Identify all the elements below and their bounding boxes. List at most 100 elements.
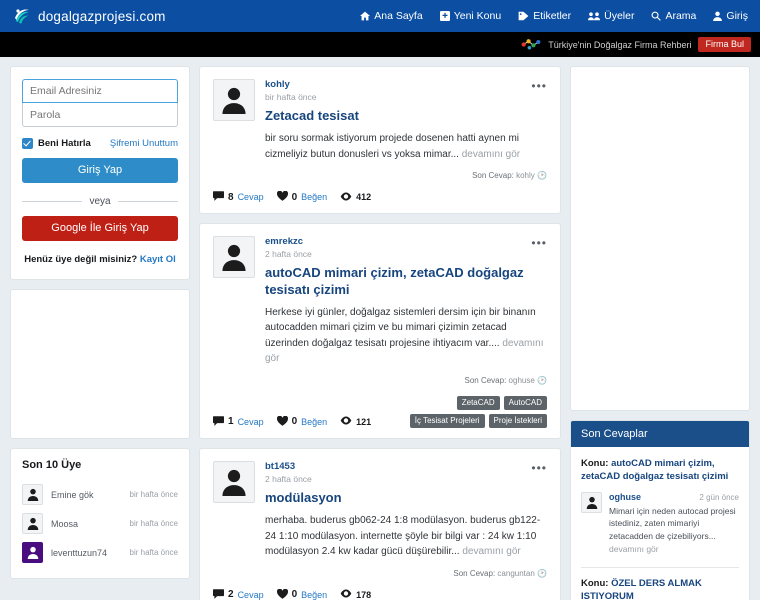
member-list-item[interactable]: Moosa bir hafta önce <box>22 509 178 538</box>
divider <box>581 566 739 568</box>
recent-replies-panel: Son Cevaplar Konu: autoCAD mimari çizim,… <box>570 420 750 600</box>
nav-item-arama[interactable]: Arama <box>651 10 696 22</box>
reply-topic[interactable]: Konu: ÖZEL DERS ALMAK ISTIYORUM <box>581 577 739 600</box>
post-author[interactable]: emrekzc <box>265 236 547 247</box>
post-options-icon[interactable]: ••• <box>531 80 547 92</box>
post-card[interactable]: ••• kohly bir hafta önce Zetacad tesisat… <box>199 66 561 215</box>
replies-label: Cevap <box>237 192 264 203</box>
post-title[interactable]: modülasyon <box>265 490 547 506</box>
views-count: 121 <box>356 416 372 427</box>
reply-topic[interactable]: Konu: autoCAD mimari çizim, zetaCAD doğa… <box>581 457 739 484</box>
topic-prefix: Konu: <box>581 577 609 589</box>
post-excerpt: Herkese iyi günler, doğalgaz sistemleri … <box>265 305 547 367</box>
post-options-icon[interactable]: ••• <box>531 462 547 474</box>
right-sidebar: Son Cevaplar Konu: autoCAD mimari çizim,… <box>570 66 750 600</box>
firma-bul-button[interactable]: Firma Bul <box>698 37 751 52</box>
reply-excerpt: Mimari için neden autocad projesi istedi… <box>609 505 736 542</box>
login-submit-button[interactable]: Giriş Yap <box>22 158 178 184</box>
replies-count: 1 <box>228 416 234 428</box>
avatar <box>213 79 255 121</box>
login-divider: veya <box>22 196 178 207</box>
last-reply-label: Son Cevap: <box>453 568 496 578</box>
post-time: bir hafta önce <box>265 92 317 102</box>
nav-item-yeni-konu[interactable]: Yeni Konu <box>439 10 501 22</box>
last-reply-label: Son Cevap: <box>472 171 514 181</box>
read-more-link[interactable]: devamını gör <box>462 546 520 557</box>
post-options-icon[interactable]: ••• <box>531 237 547 249</box>
member-name: leventtuzun74 <box>51 547 108 558</box>
nav-label: Giriş <box>726 10 748 22</box>
tag-icon <box>518 11 529 21</box>
login-options-row: Beni Hatırla Şifremi Unuttum <box>22 138 178 149</box>
avatar <box>581 491 602 513</box>
globe-swirl-icon <box>12 6 32 26</box>
likes-stat[interactable]: 0 Beğen <box>276 588 327 600</box>
nav-item-etiketler[interactable]: Etiketler <box>518 10 571 22</box>
tag-chip[interactable]: AutoCAD <box>503 395 547 410</box>
post-card[interactable]: ••• bt1453 2 hafta önce modülasyon merha… <box>199 447 561 600</box>
post-time: 2 hafta önce <box>265 473 312 484</box>
avatar <box>213 460 255 503</box>
google-login-button[interactable]: Google İle Giriş Yap <box>22 216 178 242</box>
likes-count: 0 <box>291 589 298 600</box>
likes-stat[interactable]: 0 Beğen <box>276 415 327 428</box>
member-list-item[interactable]: Emine gök bir hafta önce <box>22 480 178 509</box>
email-field[interactable] <box>22 79 178 103</box>
likes-count: 0 <box>291 416 298 428</box>
signup-prompt: Henüz üye değil misiniz? Kayıt Ol <box>22 254 178 265</box>
likes-stat[interactable]: 0 Beğen <box>276 190 327 203</box>
read-more-link[interactable]: devamını gör <box>609 544 659 554</box>
brand-name: dogalgazprojesi.com <box>38 8 166 24</box>
forgot-password-link[interactable]: Şifremi Unuttum <box>110 138 178 149</box>
clock-icon: 🕑 <box>537 171 547 181</box>
replies-count: 8 <box>228 191 234 203</box>
post-title[interactable]: Zetacad tesisat <box>265 108 547 124</box>
nav-label: Ana Sayfa <box>374 10 423 22</box>
post-author[interactable]: bt1453 <box>265 461 547 472</box>
comment-icon <box>213 191 224 203</box>
replies-stat[interactable]: 1 Cevap <box>213 415 264 428</box>
heart-icon <box>276 415 288 428</box>
tag-chip[interactable]: Proje İstekleri <box>488 413 547 428</box>
reply-text: Mimari için neden autocad projesi istedi… <box>609 505 739 556</box>
page-content: Beni Hatırla Şifremi Unuttum Giriş Yap v… <box>0 57 760 600</box>
reply-item[interactable]: Konu: autoCAD mimari çizim, zetaCAD doğa… <box>581 457 739 556</box>
tag-chip[interactable]: ZetaCAD <box>456 395 500 410</box>
nav-label: Etiketler <box>533 10 572 22</box>
recent-members-title: Son 10 Üye <box>22 459 82 472</box>
avatar <box>22 542 43 564</box>
recent-replies-title: Son Cevaplar <box>571 421 749 447</box>
last-reply-user[interactable]: kohly <box>516 171 535 180</box>
reply-author[interactable]: oghuse <box>609 492 641 502</box>
replies-stat[interactable]: 8 Cevap <box>213 191 264 203</box>
last-reply-info: Son Cevap: kohly 🕑 <box>265 171 547 180</box>
post-excerpt: bir soru sormak istiyorum projede dosene… <box>265 131 547 162</box>
read-more-link[interactable]: devamını gör <box>462 149 520 160</box>
nav-item-ana-sayfa[interactable]: Ana Sayfa <box>360 10 423 22</box>
signup-question: Henüz üye değil misiniz? <box>24 254 138 266</box>
post-author[interactable]: kohly <box>265 79 547 90</box>
replies-stat[interactable]: 2 Cevap <box>213 588 264 600</box>
heart-icon <box>276 588 288 600</box>
post-excerpt: merhaba. buderus gb062-24 1:8 modülasyon… <box>265 513 547 560</box>
member-list-item[interactable]: leventtuzun74 bir hafta önce <box>22 538 178 567</box>
reply-item[interactable]: Konu: ÖZEL DERS ALMAK ISTIYORUM oghuse 2… <box>581 577 739 600</box>
nav-label: Arama <box>665 10 697 22</box>
divider-label: veya <box>89 196 111 208</box>
last-reply-user[interactable]: canguntan <box>497 569 534 578</box>
remember-me-checkbox[interactable]: Beni Hatırla <box>22 138 91 149</box>
excerpt-text: Herkese iyi günler, doğalgaz sistemleri … <box>265 306 536 349</box>
signup-link[interactable]: Kayıt Ol <box>140 254 176 265</box>
tag-chip[interactable]: İç Tesisat Projeleri <box>409 413 485 428</box>
password-field[interactable] <box>22 103 178 127</box>
nav-item-giris[interactable]: Giriş <box>713 10 748 22</box>
nav-item-uyeler[interactable]: Üyeler <box>588 10 634 22</box>
last-reply-user[interactable]: oghuse <box>509 376 535 385</box>
brand-logo-link[interactable]: dogalgazprojesi.com <box>12 6 166 26</box>
post-title[interactable]: autoCAD mimari çizim, zetaCAD doğalgaz t… <box>265 265 547 298</box>
member-name: Emine gök <box>51 489 94 500</box>
post-tags: ZetaCAD AutoCAD İç Tesisat Projeleri Pro… <box>381 395 547 428</box>
views-count: 178 <box>356 589 372 600</box>
left-ad-placeholder <box>10 289 190 440</box>
post-card[interactable]: ••• emrekzc 2 hafta önce autoCAD mimari … <box>199 223 561 439</box>
